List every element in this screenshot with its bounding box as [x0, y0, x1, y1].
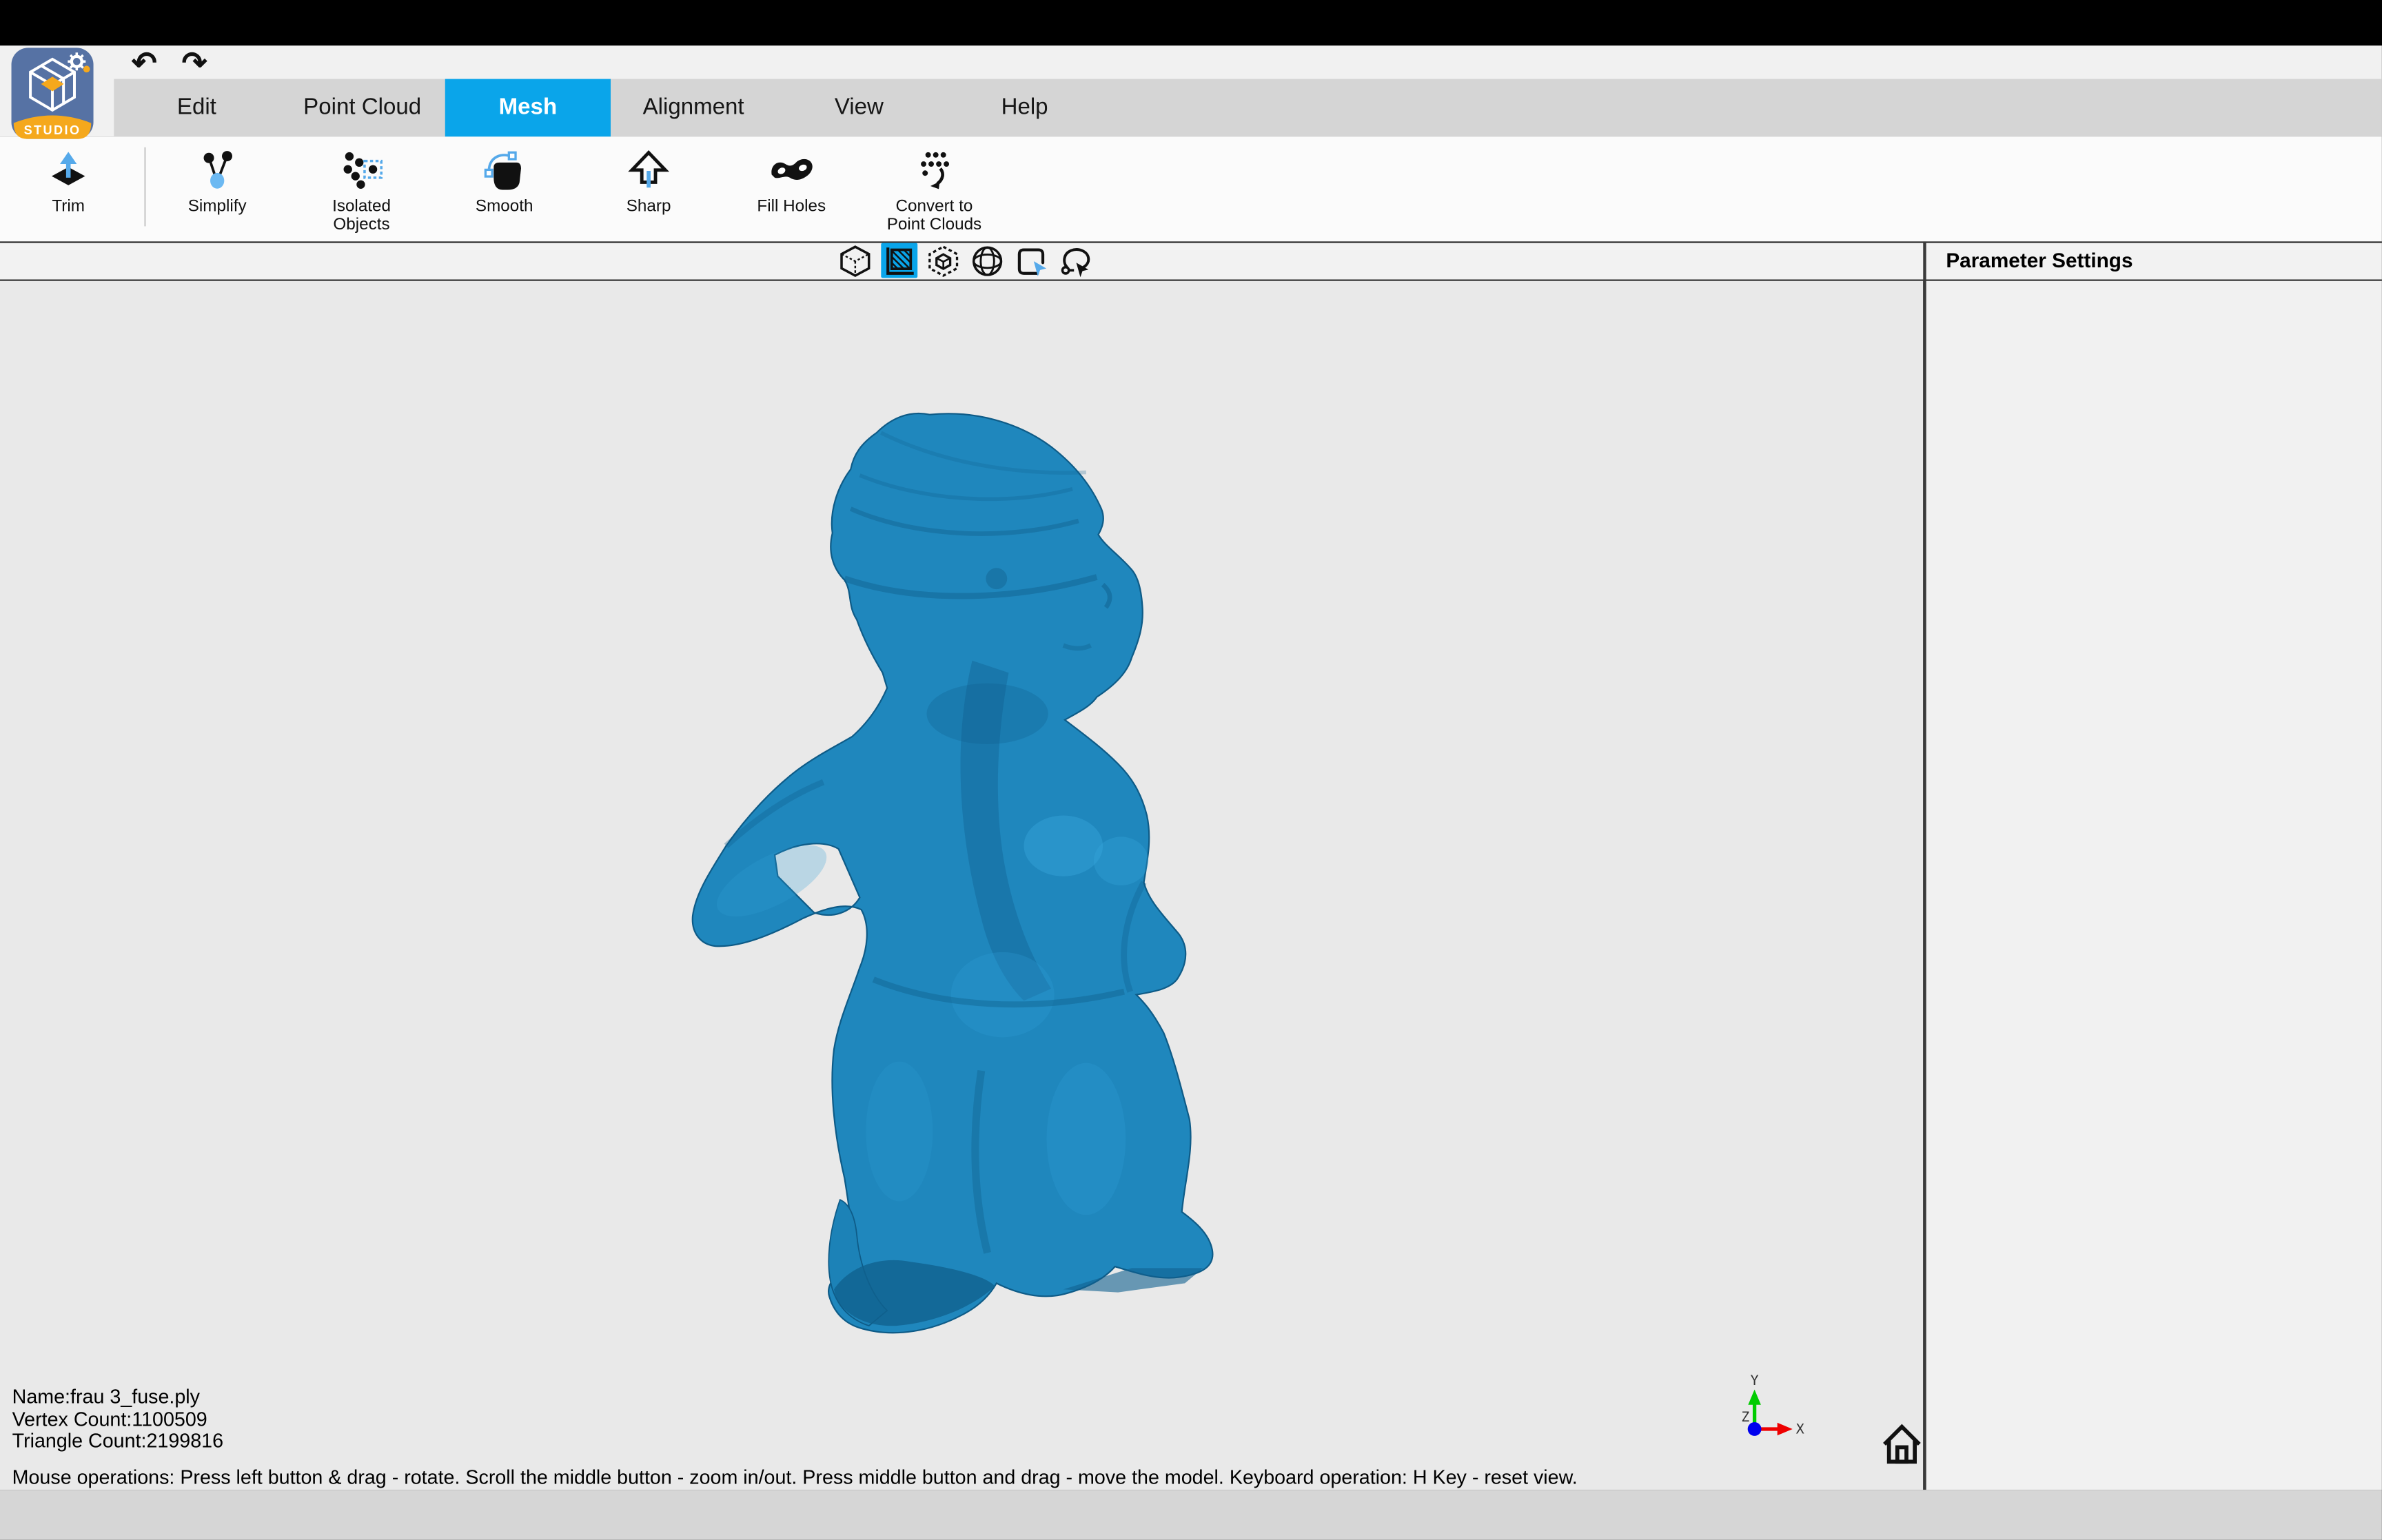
svg-text:Y: Y	[1751, 1373, 1759, 1388]
tab-alignment[interactable]: Alignment	[611, 79, 776, 137]
trim-icon	[0, 146, 136, 195]
svg-text:Z: Z	[1741, 1409, 1749, 1425]
tab-help[interactable]: Help	[941, 79, 1107, 137]
viewport-3d-canvas[interactable]	[0, 281, 1923, 1490]
tool-simplify[interactable]: Simplify	[146, 146, 289, 216]
lasso-select-icon[interactable]	[1057, 243, 1094, 278]
undo-icon[interactable]: ↶	[126, 49, 163, 79]
cube-view-icon[interactable]	[837, 243, 873, 278]
redo-icon[interactable]: ↷	[176, 49, 213, 79]
globe-view-icon[interactable]	[969, 243, 1006, 278]
model-triangle-line: Triangle Count:2199816	[12, 1431, 223, 1453]
z-axis	[1748, 1422, 1762, 1436]
rect-select-icon[interactable]	[1013, 243, 1050, 278]
logo-text: STUDIO	[24, 123, 81, 137]
tab-view[interactable]: View	[776, 79, 941, 137]
bounding-box-view-icon[interactable]	[925, 243, 961, 278]
model-info: Name:frau 3_fuse.ply Vertex Count:110050…	[12, 1386, 223, 1452]
tab-edit[interactable]: Edit	[114, 79, 279, 137]
status-bar	[0, 1490, 2382, 1540]
tool-trim[interactable]: Trim	[0, 146, 136, 216]
convert-to-point-clouds-icon	[852, 146, 1016, 195]
menu-bar: Edit Point Cloud Mesh Alignment View Hel…	[114, 79, 2382, 137]
tools-ribbon: Trim Simplify	[0, 136, 2382, 241]
tool-isolated-objects[interactable]: Isolated Objects	[290, 146, 433, 234]
tool-smooth[interactable]: Smooth	[433, 146, 576, 216]
app-window: ↶ ↷ Edit Point Cloud Mesh Alignment View…	[0, 0, 2382, 1540]
tool-fill-holes[interactable]: Fill Holes	[720, 146, 863, 216]
view-icons-group	[837, 243, 1093, 280]
model-eye-shading	[986, 568, 1007, 589]
tab-mesh[interactable]: Mesh	[445, 79, 611, 137]
smooth-icon	[433, 146, 576, 195]
parameter-settings-panel	[1926, 281, 2382, 1490]
svg-text:X: X	[1796, 1421, 1804, 1437]
axes-gizmo: Y X Z	[1709, 1371, 1806, 1453]
isolated-objects-icon	[290, 146, 433, 195]
fill-holes-icon	[720, 146, 863, 195]
mouse-operations-hint: Mouse operations: Press left button & dr…	[12, 1466, 1578, 1488]
app-logo: STUDIO	[10, 47, 94, 139]
tab-point-cloud[interactable]: Point Cloud	[280, 79, 445, 137]
mesh-model-frau	[0, 281, 1923, 1490]
model-vertex-line: Vertex Count:1100509	[12, 1408, 223, 1430]
model-name-line: Name:frau 3_fuse.ply	[12, 1386, 223, 1408]
parameter-settings-title: Parameter Settings	[1946, 241, 2132, 279]
titlebar	[0, 0, 2382, 45]
tool-sharp[interactable]: Sharp	[578, 146, 720, 216]
simplify-icon	[146, 146, 289, 195]
home-icon[interactable]	[1881, 1421, 1924, 1467]
sharp-icon	[578, 146, 720, 195]
mesh-view-icon[interactable]	[881, 243, 917, 278]
tool-convert-to-point-clouds[interactable]: Convert to Point Clouds	[852, 146, 1016, 234]
